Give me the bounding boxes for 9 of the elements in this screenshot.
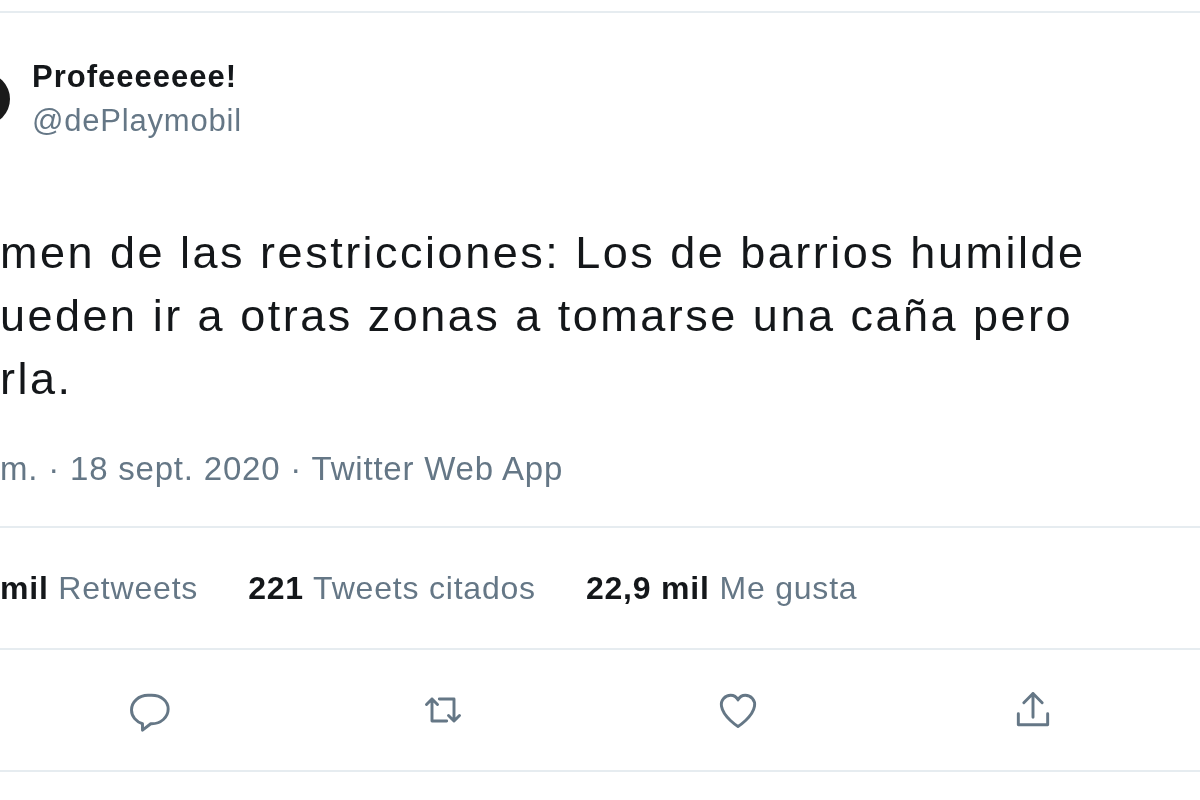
user-handle: @dePlaymobil [32, 103, 242, 139]
tweet-timestamp: m. · 18 sept. 2020 · Twitter Web App [0, 450, 565, 488]
stat-count[interactable]: 221 Tweets citados [248, 569, 536, 607]
tweet-text: rla. [0, 352, 74, 406]
display-name: Profeeeeeee! [32, 59, 238, 95]
stat-count[interactable]: mil Retweets [0, 569, 199, 607]
stat-count[interactable]: 22,9 mil Me gusta [585, 569, 858, 607]
tweet-text: ueden ir a otras zonas a tomarse una caña pero [0, 289, 1075, 343]
tweet-text: men de las restricciones: Los de barrios humilde [0, 226, 1087, 280]
